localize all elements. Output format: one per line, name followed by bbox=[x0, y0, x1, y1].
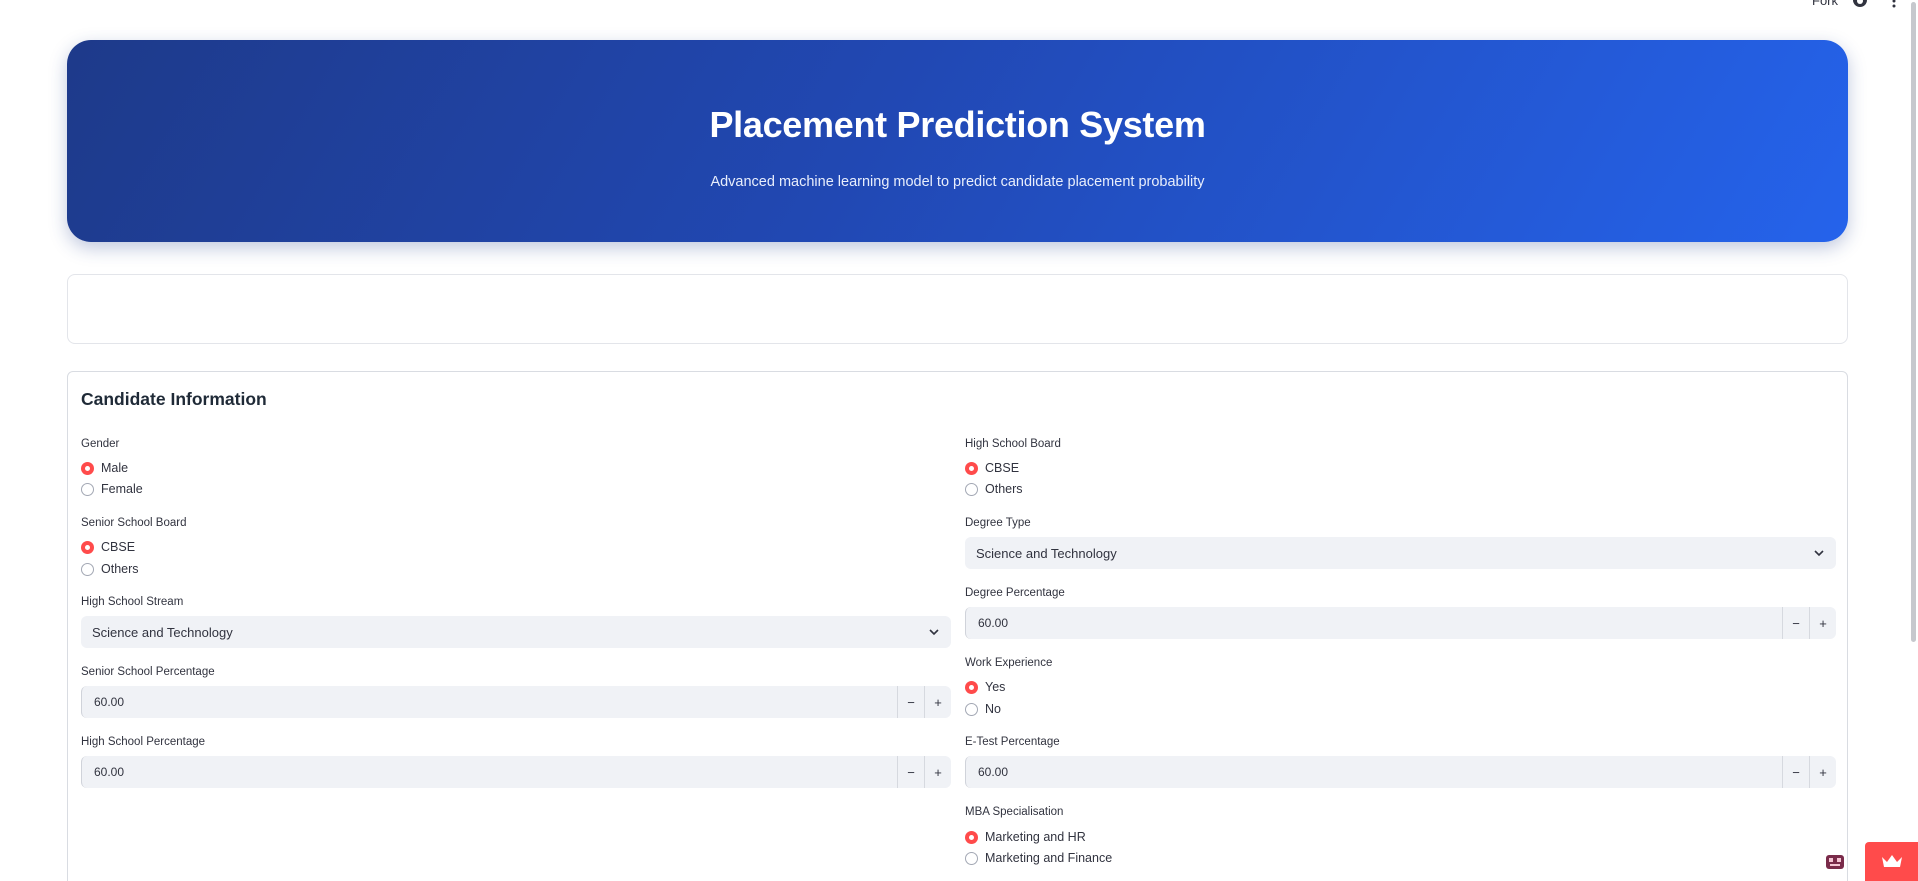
gender-option-male[interactable]: Male bbox=[81, 461, 128, 475]
mba-option-marketing-hr[interactable]: Marketing and HR bbox=[965, 830, 1086, 844]
radio-selected-icon[interactable] bbox=[81, 540, 94, 554]
radio-label: Marketing and HR bbox=[985, 830, 1086, 844]
chevron-down-icon[interactable] bbox=[1814, 548, 1824, 558]
increment-button[interactable]: + bbox=[924, 756, 951, 788]
high-school-percentage-label: High School Percentage bbox=[81, 736, 206, 748]
select-value: Science and Technology bbox=[976, 545, 1117, 561]
select-value: Science and Technology bbox=[92, 624, 233, 640]
radio-label: No bbox=[985, 702, 1001, 716]
radio-unselected-icon[interactable] bbox=[965, 702, 978, 716]
high-school-stream-select[interactable]: Science and Technology bbox=[81, 616, 951, 648]
high-school-percentage-input[interactable]: 60.00 − + bbox=[81, 756, 951, 788]
form-title: Candidate Information bbox=[81, 389, 267, 409]
app-toolbar: Fork bbox=[1698, 0, 1918, 12]
mba-specialisation-label: MBA Specialisation bbox=[965, 806, 1064, 818]
decrement-button[interactable]: − bbox=[1782, 756, 1809, 788]
crown-icon bbox=[1882, 855, 1902, 867]
high-board-option-cbse[interactable]: CBSE bbox=[965, 461, 1019, 475]
number-value[interactable]: 60.00 bbox=[81, 756, 897, 788]
gender-option-female[interactable]: Female bbox=[81, 482, 143, 496]
increment-button[interactable]: + bbox=[924, 686, 951, 718]
radio-unselected-icon[interactable] bbox=[81, 482, 94, 496]
decrement-button[interactable]: − bbox=[1782, 607, 1809, 639]
decrement-button[interactable]: − bbox=[897, 686, 924, 718]
increment-button[interactable]: + bbox=[1809, 756, 1836, 788]
work-experience-option-no[interactable]: No bbox=[965, 702, 1001, 716]
hero-banner: Placement Prediction System Advanced mac… bbox=[67, 40, 1848, 242]
senior-board-option-cbse[interactable]: CBSE bbox=[81, 540, 135, 554]
high-school-stream-label: High School Stream bbox=[81, 596, 184, 608]
senior-board-option-others[interactable]: Others bbox=[81, 562, 139, 576]
radio-label: Marketing and Finance bbox=[985, 851, 1113, 865]
number-value[interactable]: 60.00 bbox=[965, 607, 1782, 639]
number-value[interactable]: 60.00 bbox=[81, 686, 897, 718]
gender-label: Gender bbox=[81, 438, 120, 450]
degree-type-select[interactable]: Science and Technology bbox=[965, 537, 1836, 569]
number-value[interactable]: 60.00 bbox=[965, 756, 1782, 788]
senior-school-percentage-label: Senior School Percentage bbox=[81, 666, 215, 678]
streamlit-badge[interactable] bbox=[1865, 842, 1918, 881]
work-experience-label: Work Experience bbox=[965, 657, 1053, 669]
pixel-avatar-icon[interactable] bbox=[1824, 851, 1846, 873]
increment-button[interactable]: + bbox=[1809, 607, 1836, 639]
fork-button[interactable]: Fork bbox=[1812, 0, 1838, 8]
radio-selected-icon[interactable] bbox=[965, 830, 978, 844]
empty-container bbox=[67, 274, 1848, 344]
high-school-board-label: High School Board bbox=[965, 438, 1061, 450]
candidate-form: Candidate Information Gender Male Female… bbox=[67, 371, 1848, 881]
senior-school-board-label: Senior School Board bbox=[81, 517, 187, 529]
github-icon[interactable] bbox=[1852, 0, 1868, 8]
senior-school-percentage-input[interactable]: 60.00 − + bbox=[81, 686, 951, 718]
chevron-down-icon[interactable] bbox=[929, 627, 939, 637]
radio-unselected-icon[interactable] bbox=[965, 482, 978, 496]
radio-selected-icon[interactable] bbox=[965, 680, 978, 694]
radio-label: Others bbox=[101, 562, 139, 576]
radio-label: Male bbox=[101, 461, 129, 475]
kebab-menu-icon[interactable] bbox=[1892, 0, 1896, 8]
etest-percentage-label: E-Test Percentage bbox=[965, 736, 1060, 748]
radio-label: Others bbox=[985, 482, 1023, 496]
work-experience-option-yes[interactable]: Yes bbox=[965, 680, 1005, 694]
radio-label: Yes bbox=[985, 680, 1006, 694]
degree-percentage-label: Degree Percentage bbox=[965, 587, 1065, 599]
page-title: Placement Prediction System bbox=[709, 104, 1206, 145]
radio-selected-icon[interactable] bbox=[965, 461, 978, 475]
radio-unselected-icon[interactable] bbox=[81, 562, 94, 576]
radio-label: CBSE bbox=[101, 540, 136, 554]
radio-label: Female bbox=[101, 482, 143, 496]
radio-selected-icon[interactable] bbox=[81, 461, 94, 475]
page-subtitle: Advanced machine learning model to predi… bbox=[710, 174, 1205, 190]
radio-label: CBSE bbox=[985, 461, 1020, 475]
radio-unselected-icon[interactable] bbox=[965, 851, 978, 865]
mba-option-marketing-finance[interactable]: Marketing and Finance bbox=[965, 851, 1112, 865]
etest-percentage-input[interactable]: 60.00 − + bbox=[965, 756, 1836, 788]
degree-percentage-input[interactable]: 60.00 − + bbox=[965, 607, 1836, 639]
page-scrollbar[interactable] bbox=[1908, 0, 1918, 881]
scrollbar-thumb[interactable] bbox=[1911, 2, 1916, 642]
decrement-button[interactable]: − bbox=[897, 756, 924, 788]
degree-type-label: Degree Type bbox=[965, 517, 1031, 529]
high-board-option-others[interactable]: Others bbox=[965, 482, 1023, 496]
